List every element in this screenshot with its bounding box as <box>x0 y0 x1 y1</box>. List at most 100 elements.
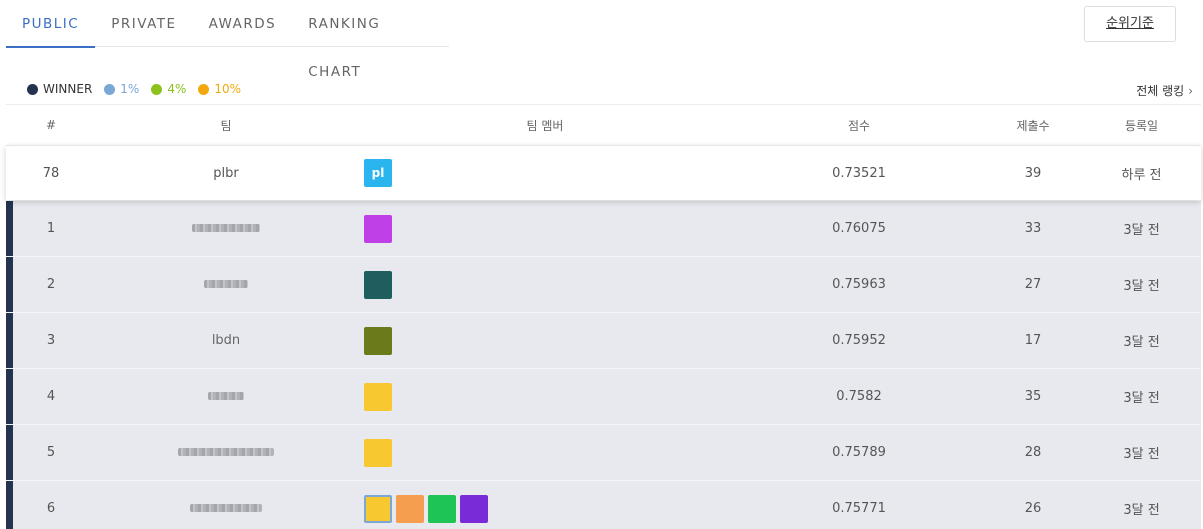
table-row[interactable]: 6 0.75771 26 3달 전 <box>6 481 1201 529</box>
member-avatar[interactable] <box>428 494 456 523</box>
rank-cell: 1 <box>46 221 56 236</box>
winner-marker <box>6 313 13 368</box>
table-row[interactable]: 4 0.7582 35 3달 전 <box>6 369 1201 425</box>
members-cell <box>356 382 734 411</box>
date-cell: 3달 전 <box>1123 335 1160 350</box>
date-cell: 하루 전 <box>1121 167 1162 183</box>
submissions-cell: 28 <box>1024 445 1042 460</box>
legend-item-4pct: 4% <box>151 82 186 96</box>
member-avatar[interactable] <box>364 382 392 411</box>
top-10pct-dot-icon <box>198 83 210 95</box>
members-cell <box>356 270 734 299</box>
submissions-cell: 26 <box>1024 501 1042 516</box>
table-row[interactable]: 5 0.75789 28 3달 전 <box>6 425 1201 481</box>
team-name-cell <box>96 501 356 516</box>
score-cell: 0.75952 <box>832 333 886 348</box>
blurred-team-name <box>208 392 244 400</box>
winner-marker <box>6 425 13 480</box>
blurred-team-name <box>178 448 274 456</box>
legend-label: 1% <box>120 82 140 96</box>
submissions-cell: 33 <box>1024 221 1042 236</box>
submissions-cell: 39 <box>1024 165 1042 181</box>
winner-marker <box>6 481 13 529</box>
members-cell <box>356 214 734 243</box>
legend-item-winner: WINNER <box>27 82 92 96</box>
member-avatar[interactable] <box>364 270 392 299</box>
winner-marker <box>6 257 13 312</box>
tab-private[interactable]: PRIVATE <box>95 0 192 47</box>
members-cell: pl <box>356 159 734 187</box>
table-row[interactable]: 2 0.75963 27 3달 전 <box>6 257 1201 313</box>
legend: WINNER 1% 4% 10% <box>27 82 253 96</box>
team-name-cell: plbr <box>213 165 239 181</box>
score-cell: 0.75963 <box>832 277 886 292</box>
table-row[interactable]: 3 lbdn 0.75952 17 3달 전 <box>6 313 1201 369</box>
member-avatar[interactable] <box>364 326 392 355</box>
member-avatar[interactable] <box>364 438 392 467</box>
member-avatar[interactable] <box>460 494 488 523</box>
legend-item-10pct: 10% <box>198 82 241 96</box>
winner-marker <box>6 201 13 256</box>
members-cell <box>356 326 734 355</box>
my-team-row[interactable]: 78 plbr pl 0.73521 39 하루 전 <box>6 145 1201 200</box>
column-header-team: 팀 <box>220 118 232 133</box>
rank-cell: 2 <box>46 277 56 292</box>
column-header-rank: # <box>45 118 57 132</box>
column-header-date: 등록일 <box>1124 118 1159 133</box>
member-avatar[interactable]: pl <box>364 159 392 187</box>
rank-criteria-button[interactable]: 순위기준 <box>1084 6 1176 42</box>
rank-cell: 78 <box>42 165 60 181</box>
score-cell: 0.75789 <box>832 445 886 460</box>
team-name-cell <box>96 389 356 404</box>
date-cell: 3달 전 <box>1123 447 1160 462</box>
submissions-cell: 17 <box>1024 333 1042 348</box>
legend-label: WINNER <box>43 82 93 96</box>
team-name-cell <box>96 445 356 460</box>
date-cell: 3달 전 <box>1123 223 1160 238</box>
members-cell <box>356 438 734 467</box>
table-header: # 팀 팀 멤버 점수 제출수 등록일 <box>6 104 1201 145</box>
score-cell: 0.75771 <box>832 501 886 516</box>
legend-label: 10% <box>214 82 242 96</box>
winner-dot-icon <box>27 83 38 95</box>
all-ranking-link[interactable]: 전체 랭킹 › <box>1136 82 1193 99</box>
legend-label: 4% <box>167 82 187 96</box>
winner-marker <box>6 369 13 424</box>
submissions-cell: 27 <box>1024 277 1042 292</box>
rank-cell: 3 <box>46 333 56 348</box>
score-cell: 0.73521 <box>832 165 886 181</box>
rank-cell: 5 <box>46 445 56 460</box>
member-avatar[interactable] <box>364 214 392 243</box>
tab-ranking-chart[interactable]: RANKING CHART <box>292 0 449 80</box>
team-name-cell <box>96 221 356 236</box>
column-header-submissions: 제출수 <box>1016 118 1050 133</box>
date-cell: 3달 전 <box>1123 279 1160 294</box>
blurred-team-name <box>192 224 260 232</box>
column-header-score: 점수 <box>847 118 871 133</box>
all-ranking-label: 전체 랭킹 <box>1136 84 1185 98</box>
column-header-members: 팀 멤버 <box>526 118 564 133</box>
blurred-team-name <box>190 504 262 512</box>
members-cell <box>356 494 734 523</box>
rank-cell: 6 <box>46 501 56 516</box>
date-cell: 3달 전 <box>1123 503 1160 518</box>
chevron-right-icon: › <box>1188 84 1193 98</box>
top-1pct-dot-icon <box>104 83 116 95</box>
team-name-cell: lbdn <box>211 333 241 348</box>
score-cell: 0.76075 <box>832 221 886 236</box>
blurred-team-name <box>204 280 248 288</box>
date-cell: 3달 전 <box>1123 391 1160 406</box>
team-name-cell <box>96 277 356 292</box>
legend-item-1pct: 1% <box>104 82 139 96</box>
top-4pct-dot-icon <box>151 83 163 95</box>
score-cell: 0.7582 <box>836 389 882 404</box>
tab-public[interactable]: PUBLIC <box>6 0 96 48</box>
member-avatar[interactable] <box>396 494 424 523</box>
leaderboard-rows: 1 0.76075 33 3달 전 2 0.75963 27 3달 전 3 lb… <box>6 201 1201 529</box>
leaderboard-tabs: PUBLIC PRIVATE AWARDS RANKING CHART <box>6 0 449 80</box>
submissions-cell: 35 <box>1024 389 1042 404</box>
table-row[interactable]: 1 0.76075 33 3달 전 <box>6 201 1201 257</box>
member-avatar[interactable] <box>364 494 392 523</box>
rank-cell: 4 <box>46 389 56 404</box>
tab-awards[interactable]: AWARDS <box>193 0 293 47</box>
